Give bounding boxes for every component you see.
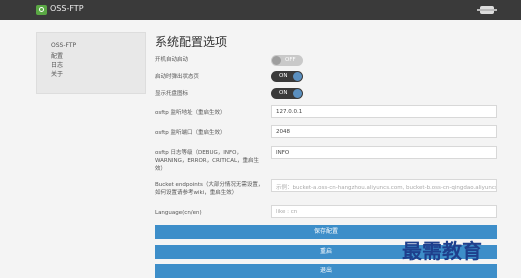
title-bar: OSS-FTP — [0, 0, 521, 20]
listen-port-input[interactable]: 2048 — [271, 125, 497, 138]
log-level-input[interactable]: INFO — [271, 146, 497, 159]
language-input[interactable]: like : cn — [271, 205, 497, 218]
tray-icon-label: 显示托盘图标 — [155, 91, 189, 97]
autostart-label: 开机自动启动 — [155, 57, 189, 63]
tray-icon[interactable] — [477, 6, 497, 14]
bucket-endpoints-label-line: Bucket endpoints（大部分情况无需设置， — [155, 182, 264, 188]
toggle-knob — [293, 72, 302, 81]
toggle-knob — [293, 89, 302, 98]
log-level-label: osftp 日志等级（DEBUG，INFO， WARNING，ERROR，CRI… — [155, 149, 259, 173]
toggle-knob — [272, 56, 281, 65]
popup-status-label: 启动时弹出状态页 — [155, 74, 200, 80]
page-title: 系统配置选项 — [155, 35, 228, 49]
sidebar-item-about[interactable]: 关于 — [51, 69, 63, 78]
log-level-label-line: WARNING，ERROR，CRITICAL，重启生 — [155, 158, 260, 164]
sidebar-item-config[interactable]: 配置 — [51, 51, 63, 60]
autostart-toggle[interactable]: OFF — [271, 55, 303, 66]
sidebar: OSS-FTP 配置 日志 关于 — [36, 32, 146, 94]
bucket-endpoints-label: Bucket endpoints（大部分情况无需设置， 如何设置请参考wiki，… — [155, 181, 263, 197]
sidebar-item-log[interactable]: 日志 — [51, 60, 63, 69]
exit-button[interactable]: 退出 — [155, 264, 497, 278]
watermark: 最需教育 — [402, 239, 482, 263]
tray-icon-toggle[interactable]: ON — [271, 88, 303, 99]
sidebar-item-oss-ftp[interactable]: OSS-FTP — [51, 42, 76, 49]
popup-status-toggle[interactable]: ON — [271, 71, 303, 82]
listen-port-label: osftp 监听端口（重启生效） — [155, 130, 226, 136]
app-logo-icon — [36, 5, 47, 15]
app-title: OSS-FTP — [50, 4, 84, 13]
log-level-label-line: 效） — [155, 166, 167, 172]
log-level-label-line: osftp 日志等级（DEBUG，INFO， — [155, 150, 242, 156]
toggle-state: ON — [279, 90, 288, 96]
language-label: Language(cn/en) — [155, 210, 202, 216]
listen-address-input[interactable]: 127.0.0.1 — [271, 105, 497, 118]
toggle-state: ON — [279, 73, 288, 79]
listen-address-label: osftp 监听地址（重启生效） — [155, 110, 226, 116]
toggle-state: OFF — [285, 57, 296, 63]
bucket-endpoints-label-line: 如何设置请参考wiki，重启生效） — [155, 190, 238, 196]
bucket-endpoints-input[interactable]: 示例：bucket-a.oss-cn-hangzhou.aliyuncs.com… — [271, 179, 497, 192]
